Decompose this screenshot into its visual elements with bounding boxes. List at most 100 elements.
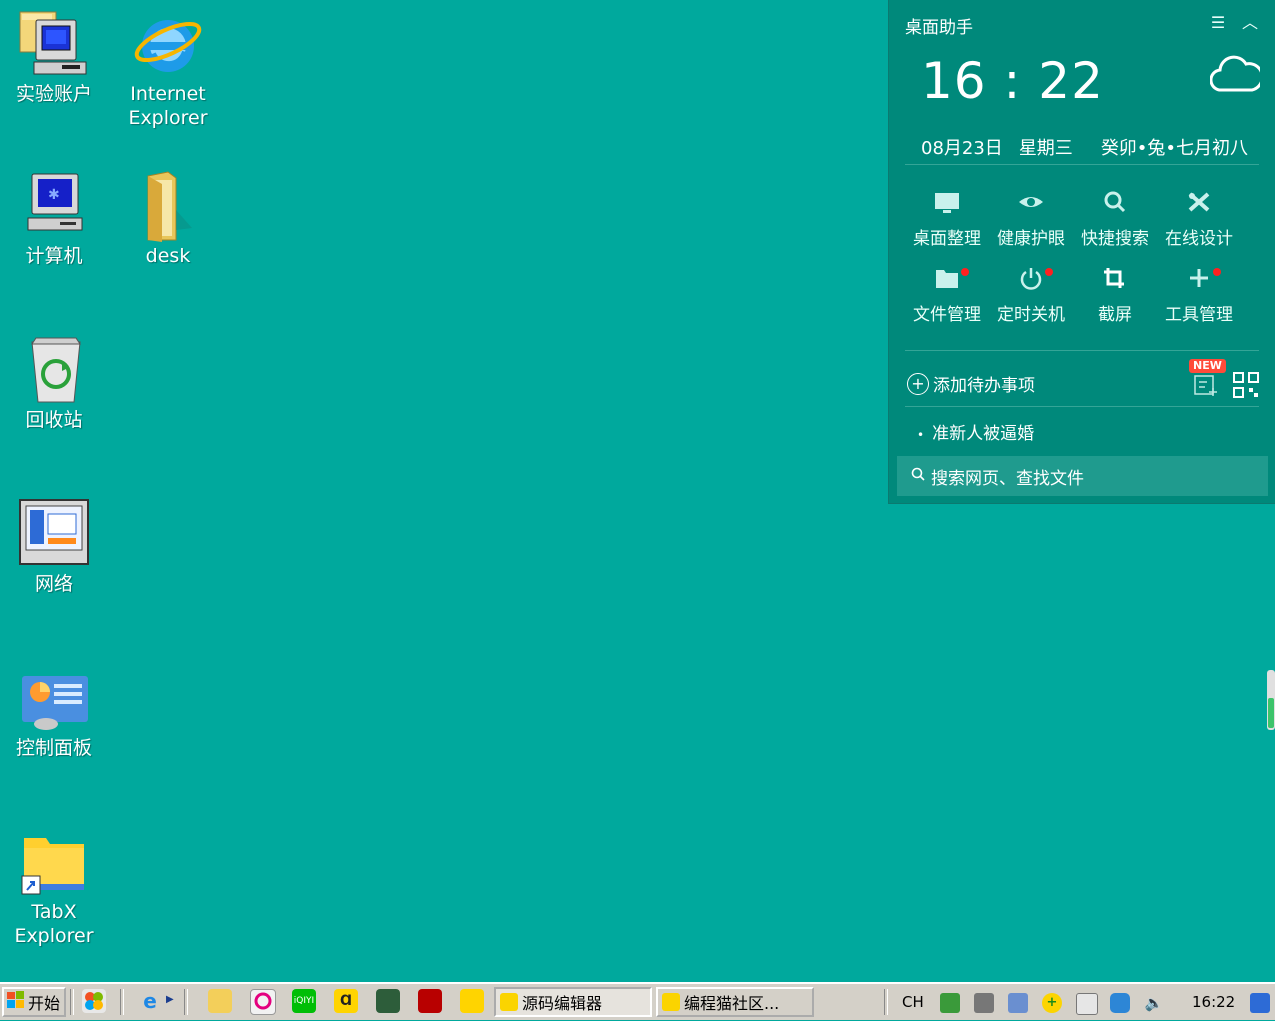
collapse-chevron-icon[interactable]: ︿ [1239,12,1261,34]
folder-icon [132,170,204,242]
desktop-icon-desk[interactable]: desk [118,170,218,268]
internet-explorer-icon[interactable]: e [138,989,162,1013]
recycle-bin-icon [18,334,90,406]
desktop-assistant-widget: 桌面助手 ☰ ︿ 16 : 22 08月23日 星期三 癸卯•兔•七月初八 桌面… [888,0,1275,504]
tool-quick-search[interactable]: 快捷搜索 [1073,190,1157,249]
tool-label: 文件管理 [913,305,981,325]
browser-tray-icon[interactable] [1110,993,1130,1013]
desktop-icon-network[interactable]: 网络 [4,498,104,596]
usb-icon[interactable] [1008,993,1028,1013]
search-icon [1073,190,1157,220]
windows-logo-icon [6,990,26,1014]
notification-dot [1045,268,1053,276]
network-icon [18,498,90,570]
desktop-icon-computer[interactable]: ✱ 计算机 [4,170,104,268]
photo-app-icon[interactable] [250,989,276,1015]
tool-label: 在线设计 [1165,229,1233,249]
edge-slider-handle[interactable] [1267,670,1275,730]
eye-icon [989,190,1073,220]
usb-device-icon[interactable] [940,993,960,1013]
start-button[interactable]: 开始 [2,987,66,1017]
language-indicator[interactable]: CH [902,993,924,1011]
desktop-icon-recycle-bin[interactable]: 回收站 [4,334,104,432]
power-icon [989,266,1073,296]
desktop-icon-label: 网络 [34,573,73,595]
internet-explorer-icon [132,8,204,80]
tool-file-management[interactable]: 文件管理 [905,266,989,325]
code-editor-icon[interactable] [460,989,484,1013]
network-connection-icon[interactable] [1076,993,1098,1015]
taskbar-task-codemao-community[interactable]: 编程猫社区... [656,987,814,1017]
divider [184,989,188,1015]
todo-item-text: 准新人被逼婚 [932,424,1035,444]
folder-icon [905,266,989,296]
widget-date: 08月23日 [921,138,1003,159]
folder-shortcut-icon [18,826,90,898]
widget-search-bar[interactable]: 搜索网页、查找文件 [897,456,1268,496]
search-placeholder: 搜索网页、查找文件 [931,468,1084,489]
network-status-icon[interactable] [974,993,994,1013]
divider [905,350,1259,351]
desktop-icon-internet-explorer[interactable]: Internet Explorer [118,8,218,130]
svg-text:✱: ✱ [48,187,60,203]
start-label: 开始 [28,994,61,1013]
add-circle-icon: + [907,372,929,395]
iqiyi-icon[interactable]: iQIYI [292,989,316,1013]
taskbar-clock[interactable]: 16:22 [1192,993,1235,1011]
widget-title: 桌面助手 [905,18,973,38]
crop-icon [1073,266,1157,296]
widget-date-line: 08月23日 星期三 癸卯•兔•七月初八 [905,134,1259,160]
quick-launch-expand-icon[interactable]: ▶ [166,994,174,1005]
add-todo-label: 添加待办事项 [933,376,1035,396]
tool-eye-care[interactable]: 健康护眼 [989,190,1073,249]
tool-label: 快捷搜索 [1081,229,1149,249]
app-switcher-icon[interactable] [82,989,106,1013]
security-plus-icon[interactable]: + [1042,993,1062,1013]
desktop-icon-label: Internet Explorer [128,83,208,129]
divider [120,989,124,1015]
notification-dot [1213,268,1221,276]
qr-code-icon[interactable] [1233,372,1259,398]
taskbar: 开始 e ▶ iQIYI Ɑ 源码编辑器 编程猫社区... CH + 🔈 16:… [0,982,1275,1020]
tool-label: 工具管理 [1165,305,1233,325]
divider [70,989,74,1015]
sun-client-icon[interactable]: Ɑ [334,989,358,1013]
cloud-weather-icon[interactable] [1209,52,1264,96]
volume-icon[interactable]: 🔈 [1144,993,1164,1013]
add-todo-button[interactable]: + 添加待办事项 [907,371,1035,396]
task-label: 源码编辑器 [522,994,603,1013]
task-label: 编程猫社区... [684,994,780,1013]
new-badge: NEW [1189,359,1226,373]
divider [905,406,1259,407]
game-app-icon[interactable] [376,989,400,1013]
desktop-icon-control-panel[interactable]: 控制面板 [4,662,104,760]
add-list-icon[interactable] [1193,374,1219,396]
tool-desktop-organize[interactable]: 桌面整理 [905,190,989,249]
todo-list-item[interactable]: • 准新人被逼婚 [917,419,1034,444]
desktop-icon-label: 计算机 [25,245,83,267]
menu-icon[interactable]: ☰ [1207,12,1229,34]
control-panel-icon [18,662,90,734]
tool-screenshot[interactable]: 截屏 [1073,266,1157,325]
widget-lunar-date: 癸卯•兔•七月初八 [1100,138,1249,159]
show-desktop-icon[interactable] [1250,993,1270,1013]
computer-folder-icon [18,8,90,80]
plus-icon [1157,266,1241,296]
file-explorer-icon[interactable] [208,989,232,1013]
tool-online-design[interactable]: 在线设计 [1157,190,1241,249]
monitor-icon [905,190,989,220]
desktop-icon-label: 实验账户 [15,83,92,105]
tool-scheduled-shutdown[interactable]: 定时关机 [989,266,1073,325]
widget-weekday: 星期三 [1018,138,1073,159]
desktop-icon-tabx-explorer[interactable]: TabX Explorer [4,826,104,948]
widget-clock: 16 : 22 [921,52,1104,110]
tool-label: 定时关机 [997,305,1065,325]
divider [905,164,1259,165]
desktop-icon-label: 回收站 [25,409,83,431]
desktop-icon-label: 控制面板 [15,737,92,759]
desktop-icon-user-account[interactable]: 实验账户 [4,8,104,106]
tool-tools-management[interactable]: 工具管理 [1157,266,1241,325]
desktop-icon-label: desk [145,245,191,267]
among-us-icon[interactable] [418,989,442,1013]
taskbar-task-source-editor[interactable]: 源码编辑器 [494,987,652,1017]
